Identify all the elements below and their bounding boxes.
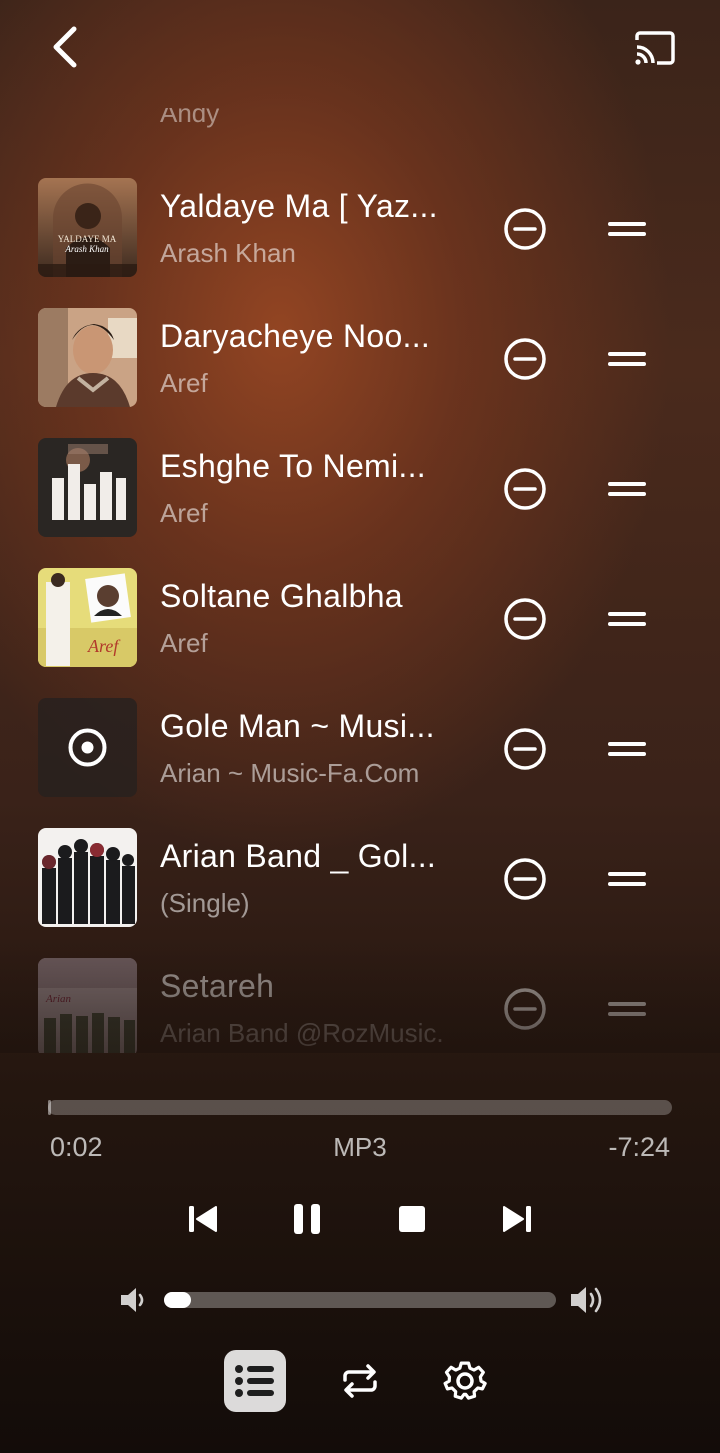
drag-handle-icon[interactable] (608, 864, 646, 894)
song-title: Setareh (160, 968, 275, 1004)
partial-list-item-artist: Andy (160, 108, 220, 128)
cover-text: Arian (45, 993, 72, 1005)
song-title: Eshghe To Nemi... (160, 448, 426, 484)
song-artist: Arian Band @RozMusic. (160, 1018, 444, 1048)
drag-handle-icon[interactable] (608, 344, 646, 374)
cast-button[interactable] (628, 24, 682, 72)
next-button[interactable] (492, 1196, 542, 1242)
song-title: Gole Man ~ Musi... (160, 708, 435, 744)
volume-slider[interactable] (164, 1292, 556, 1308)
audio-format: MP3 (333, 1132, 387, 1162)
settings-gear-icon (443, 1361, 487, 1400)
drag-handle-icon[interactable] (608, 214, 646, 244)
remove-icon[interactable] (502, 336, 548, 382)
disc-icon (68, 728, 107, 767)
song-artist: Aref (160, 628, 208, 658)
remove-icon[interactable] (502, 596, 548, 642)
album-art: YALDAYE MA Arash Khan (38, 178, 137, 277)
song-title: Yaldaye Ma [ Yaz... (160, 188, 438, 224)
queue-item[interactable]: Daryacheye Noo... Aref (0, 288, 720, 418)
queue-item[interactable]: Arian Setareh Arian Band @RozMusic. (0, 938, 720, 1053)
drag-handle-icon[interactable] (608, 734, 646, 764)
album-art: Arian (38, 958, 137, 1053)
elapsed-time: 0:02 (50, 1132, 103, 1162)
album-art (38, 828, 137, 927)
skip-next-icon (503, 1206, 531, 1232)
remaining-time: -7:24 (608, 1132, 670, 1162)
skip-previous-icon (189, 1206, 217, 1232)
song-title: Soltane Ghalbha (160, 578, 403, 614)
volume-slider-fill (164, 1292, 192, 1308)
drag-handle-icon[interactable] (608, 474, 646, 504)
stop-icon (399, 1206, 425, 1232)
cover-text: Aref (87, 636, 121, 656)
drag-handle-icon[interactable] (608, 994, 646, 1024)
song-title: Arian Band _ Gol... (160, 838, 437, 874)
cover-text: YALDAYE MA (58, 234, 117, 244)
album-art: Aref (38, 568, 137, 667)
volume-high-icon (571, 1287, 602, 1313)
remove-icon[interactable] (502, 466, 548, 512)
song-artist: Aref (160, 498, 208, 528)
back-button[interactable] (40, 22, 90, 72)
cover-subtext: Arash Khan (64, 244, 109, 254)
pause-icon (294, 1204, 320, 1234)
song-artist: Arian ~ Music-Fa.Com (160, 758, 420, 788)
queue-item[interactable]: YALDAYE MA Arash Khan Yaldaye Ma [ Yaz..… (0, 158, 720, 288)
playlist-icon (235, 1365, 274, 1397)
remove-icon[interactable] (502, 986, 548, 1032)
queue-item[interactable]: Arian Band _ Gol... (Single) (0, 808, 720, 938)
queue-item[interactable]: Eshghe To Nemi... Aref (0, 418, 720, 548)
drag-handle-icon[interactable] (608, 604, 646, 634)
settings-button[interactable] (434, 1350, 496, 1412)
queue-item[interactable]: Aref Soltane Ghalbha Aref (0, 548, 720, 678)
song-artist: Aref (160, 368, 208, 398)
repeat-button[interactable] (329, 1350, 391, 1412)
queue-list[interactable]: YALDAYE MA Arash Khan Yaldaye Ma [ Yaz..… (0, 158, 720, 1053)
album-art (38, 438, 137, 537)
album-art-placeholder (38, 698, 137, 797)
previous-button[interactable] (178, 1196, 228, 1242)
top-bar (0, 0, 720, 100)
remove-icon[interactable] (502, 206, 548, 252)
seek-bar[interactable] (48, 1100, 672, 1115)
pause-button[interactable] (282, 1196, 332, 1242)
remove-icon[interactable] (502, 856, 548, 902)
repeat-icon (343, 1364, 377, 1398)
volume-low-icon (121, 1288, 144, 1312)
chevron-left-icon (53, 26, 77, 68)
queue-item[interactable]: Gole Man ~ Musi... Arian ~ Music-Fa.Com (0, 678, 720, 808)
song-title: Daryacheye Noo... (160, 318, 431, 354)
album-art (38, 308, 137, 407)
song-artist: (Single) (160, 888, 250, 918)
seek-bar-fill (48, 1100, 52, 1115)
remove-icon[interactable] (502, 726, 548, 772)
playlist-button[interactable] (224, 1350, 286, 1412)
song-artist: Arash Khan (160, 238, 296, 268)
cast-icon (635, 31, 675, 65)
stop-button[interactable] (387, 1196, 437, 1242)
